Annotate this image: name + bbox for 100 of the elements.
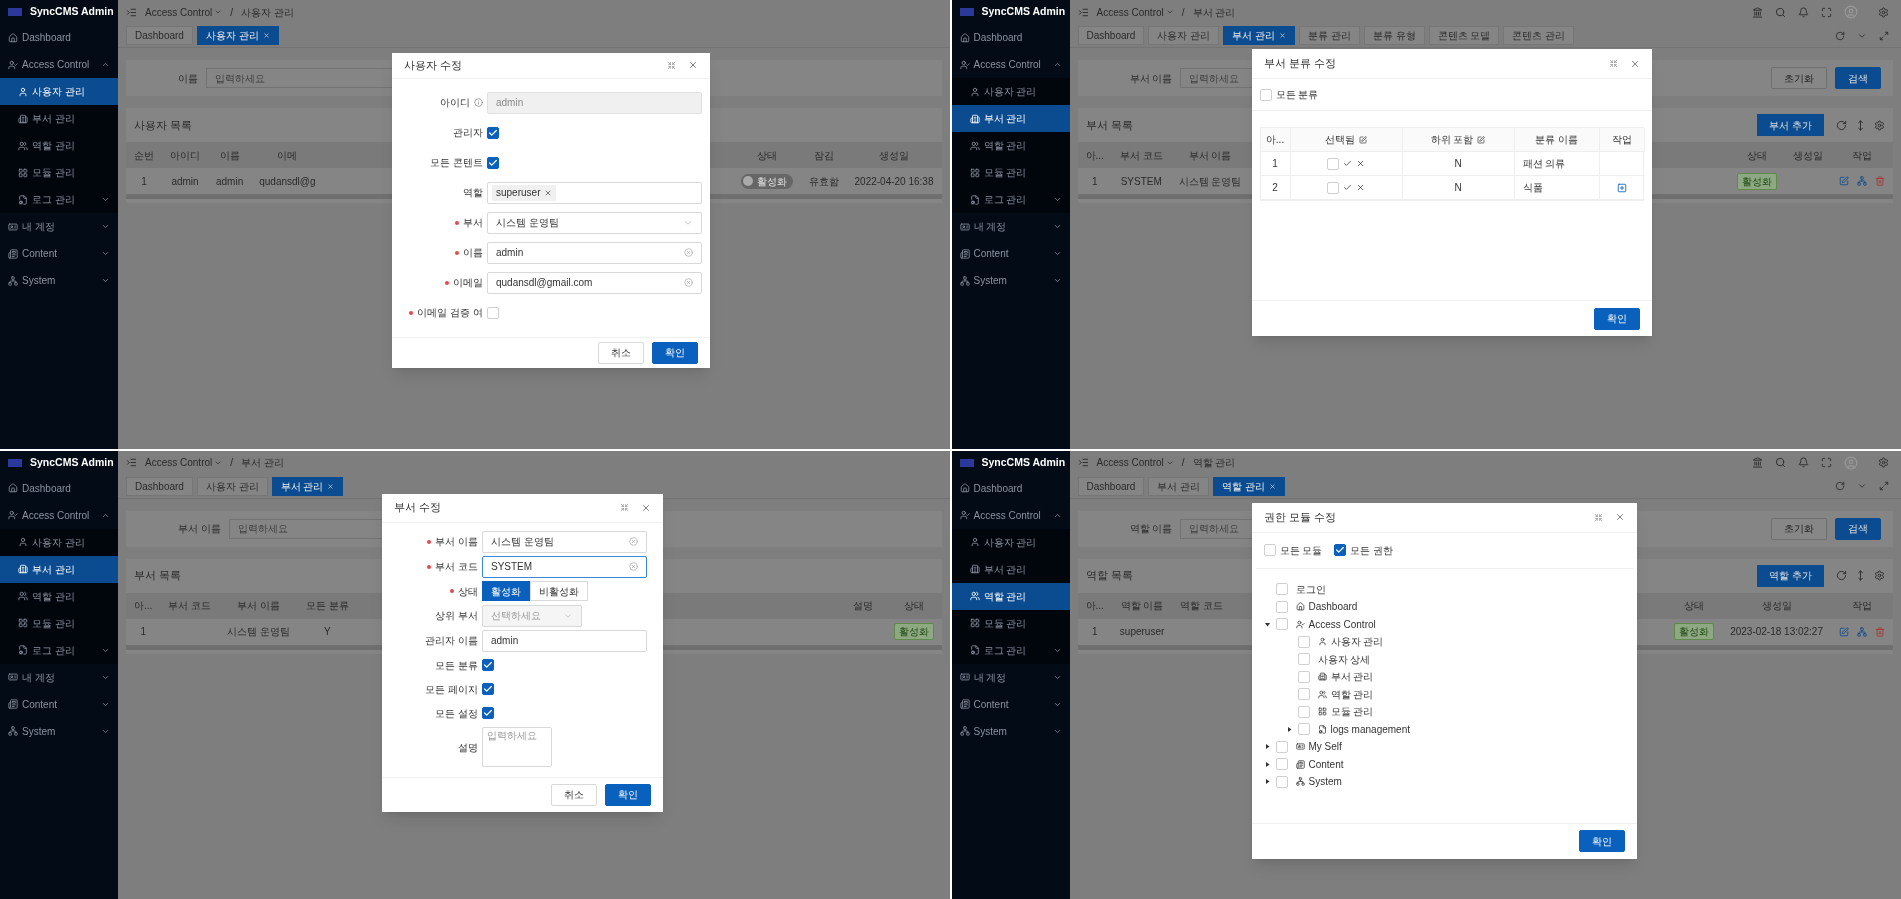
row-height-icon[interactable] (1855, 119, 1866, 131)
close-icon[interactable] (1614, 512, 1625, 522)
secondary-button[interactable]: 초기화 (1771, 67, 1827, 89)
menu-item[interactable]: Dashboard (0, 24, 118, 51)
text-field[interactable]: SYSTEM (482, 555, 647, 578)
bell-icon[interactable] (1798, 457, 1809, 468)
menu-item[interactable]: Content (0, 240, 118, 267)
delete-icon[interactable] (1875, 626, 1885, 637)
text-field[interactable]: qudansdl@gmail.com (487, 271, 702, 294)
fullscreen-icon[interactable] (1821, 6, 1832, 18)
menu-item[interactable]: Access Control (951, 51, 1070, 78)
clear-icon[interactable] (629, 562, 638, 572)
submenu-item[interactable]: 사용자 관리 (951, 78, 1070, 105)
edit-icon[interactable] (1839, 626, 1849, 637)
tab[interactable]: Dashboard (126, 476, 193, 496)
delete-icon[interactable] (1875, 176, 1885, 186)
close-icon[interactable] (688, 60, 698, 71)
refresh-icon[interactable] (1836, 119, 1847, 131)
status-switch[interactable]: 활성화 (740, 173, 793, 189)
tree-item[interactable]: Content (1295, 756, 1344, 772)
tab[interactable]: 사용자 관리 (196, 476, 268, 496)
tree-item[interactable]: logs management (1317, 721, 1410, 737)
settings-icon[interactable] (1878, 457, 1889, 468)
primary-button[interactable]: 검색 (1835, 67, 1881, 89)
secondary-button[interactable]: 취소 (598, 341, 644, 364)
clear-icon[interactable] (629, 537, 638, 547)
submenu-item[interactable]: 사용자 관리 (0, 528, 118, 556)
close-icon[interactable] (641, 502, 651, 513)
tab[interactable]: 콘텐츠 모델 (1428, 26, 1500, 45)
submenu-item[interactable]: 모듈 관리 (0, 609, 118, 637)
bell-icon[interactable] (1798, 6, 1809, 18)
checkbox[interactable] (482, 659, 494, 672)
submenu-item[interactable]: 역할 관리 (0, 132, 118, 159)
tab[interactable]: Dashboard (1077, 476, 1145, 496)
tree-item[interactable]: 역할 관리 (1317, 686, 1374, 702)
row-height-icon[interactable] (1855, 570, 1866, 581)
menu-item[interactable]: Content (951, 240, 1070, 267)
tab[interactable]: 부서 관리 (271, 476, 344, 496)
check-icon[interactable] (1343, 159, 1352, 168)
menu-item[interactable]: Dashboard (951, 24, 1070, 51)
menu-item[interactable]: Access Control (0, 51, 118, 78)
settings-icon[interactable] (1874, 570, 1885, 581)
breadcrumb-link[interactable]: Access Control (145, 455, 223, 470)
tab[interactable]: 사용자 관리 (1148, 26, 1220, 45)
menu-item[interactable]: Content (0, 690, 118, 718)
menu-icon[interactable] (1077, 6, 1089, 18)
caret-right-icon[interactable] (1265, 761, 1270, 767)
tab[interactable]: 부서 관리 (1223, 26, 1295, 45)
settings-icon[interactable] (1874, 119, 1885, 131)
radio-button[interactable]: 비활성화 (530, 581, 588, 602)
submenu-item[interactable]: 로그 관리 (0, 186, 118, 213)
add-button[interactable]: 부서 추가 (1757, 114, 1824, 136)
tree-item[interactable]: 모듈 관리 (1317, 704, 1374, 719)
cross-icon[interactable] (1356, 183, 1365, 192)
menu-item[interactable]: System (0, 717, 118, 745)
submenu-item[interactable]: 역할 관리 (951, 582, 1070, 610)
text-field[interactable]: admin (487, 241, 702, 264)
close-icon[interactable] (1629, 58, 1640, 69)
add-icon[interactable] (1617, 182, 1627, 193)
primary-button[interactable]: 확인 (1593, 307, 1640, 330)
breadcrumb-link[interactable]: 사용자 관리 (241, 4, 294, 20)
tags-field[interactable]: superuser (487, 181, 702, 204)
close-icon[interactable] (327, 482, 335, 490)
submenu-item[interactable]: 사용자 관리 (0, 78, 118, 105)
breadcrumb-link[interactable]: Access Control (1096, 4, 1174, 20)
tab[interactable]: 사용자 관리 (196, 26, 279, 45)
submenu-item[interactable]: 사용자 관리 (951, 528, 1070, 556)
menu-item[interactable]: 내 계정 (951, 213, 1070, 240)
tree-item[interactable]: 사용자 관리 (1317, 634, 1384, 649)
checkbox[interactable] (487, 156, 499, 169)
submenu-item[interactable]: 부서 관리 (0, 555, 118, 583)
breadcrumb-link[interactable]: 역할 관리 (1192, 455, 1236, 470)
caret-right-icon[interactable] (1265, 744, 1270, 749)
collapse-icon[interactable] (667, 60, 676, 70)
tab[interactable]: 분류 관리 (1299, 26, 1360, 45)
add-button[interactable]: 역할 추가 (1757, 564, 1824, 587)
checkbox[interactable] (482, 707, 494, 720)
menu-item[interactable]: 내 계정 (0, 213, 118, 240)
text-field[interactable]: admin (482, 629, 647, 652)
expand-icon[interactable] (1879, 30, 1889, 41)
building-icon[interactable] (1752, 457, 1763, 468)
tree-item[interactable]: 부서 관리 (1317, 669, 1374, 684)
caret-down-icon[interactable] (1265, 621, 1270, 627)
menu-icon[interactable] (1077, 457, 1089, 468)
tab[interactable]: Dashboard (126, 26, 193, 45)
primary-button[interactable]: 확인 (652, 341, 698, 364)
menu-item[interactable]: System (951, 717, 1070, 745)
menu-item[interactable]: System (951, 267, 1070, 294)
submenu-item[interactable]: 부서 관리 (951, 555, 1070, 583)
secondary-button[interactable]: 취소 (551, 783, 597, 806)
checkbox[interactable] (1334, 544, 1347, 556)
remove-icon[interactable] (544, 188, 553, 197)
tab[interactable]: Dashboard (1077, 26, 1145, 45)
submenu-item[interactable]: 역할 관리 (951, 132, 1070, 159)
checkbox[interactable] (487, 126, 499, 139)
refresh-icon[interactable] (1836, 570, 1847, 581)
check-icon[interactable] (1343, 183, 1352, 192)
menu-item[interactable]: Dashboard (951, 474, 1070, 502)
expand-icon[interactable] (1879, 481, 1889, 491)
caret-right-icon[interactable] (1287, 726, 1292, 732)
